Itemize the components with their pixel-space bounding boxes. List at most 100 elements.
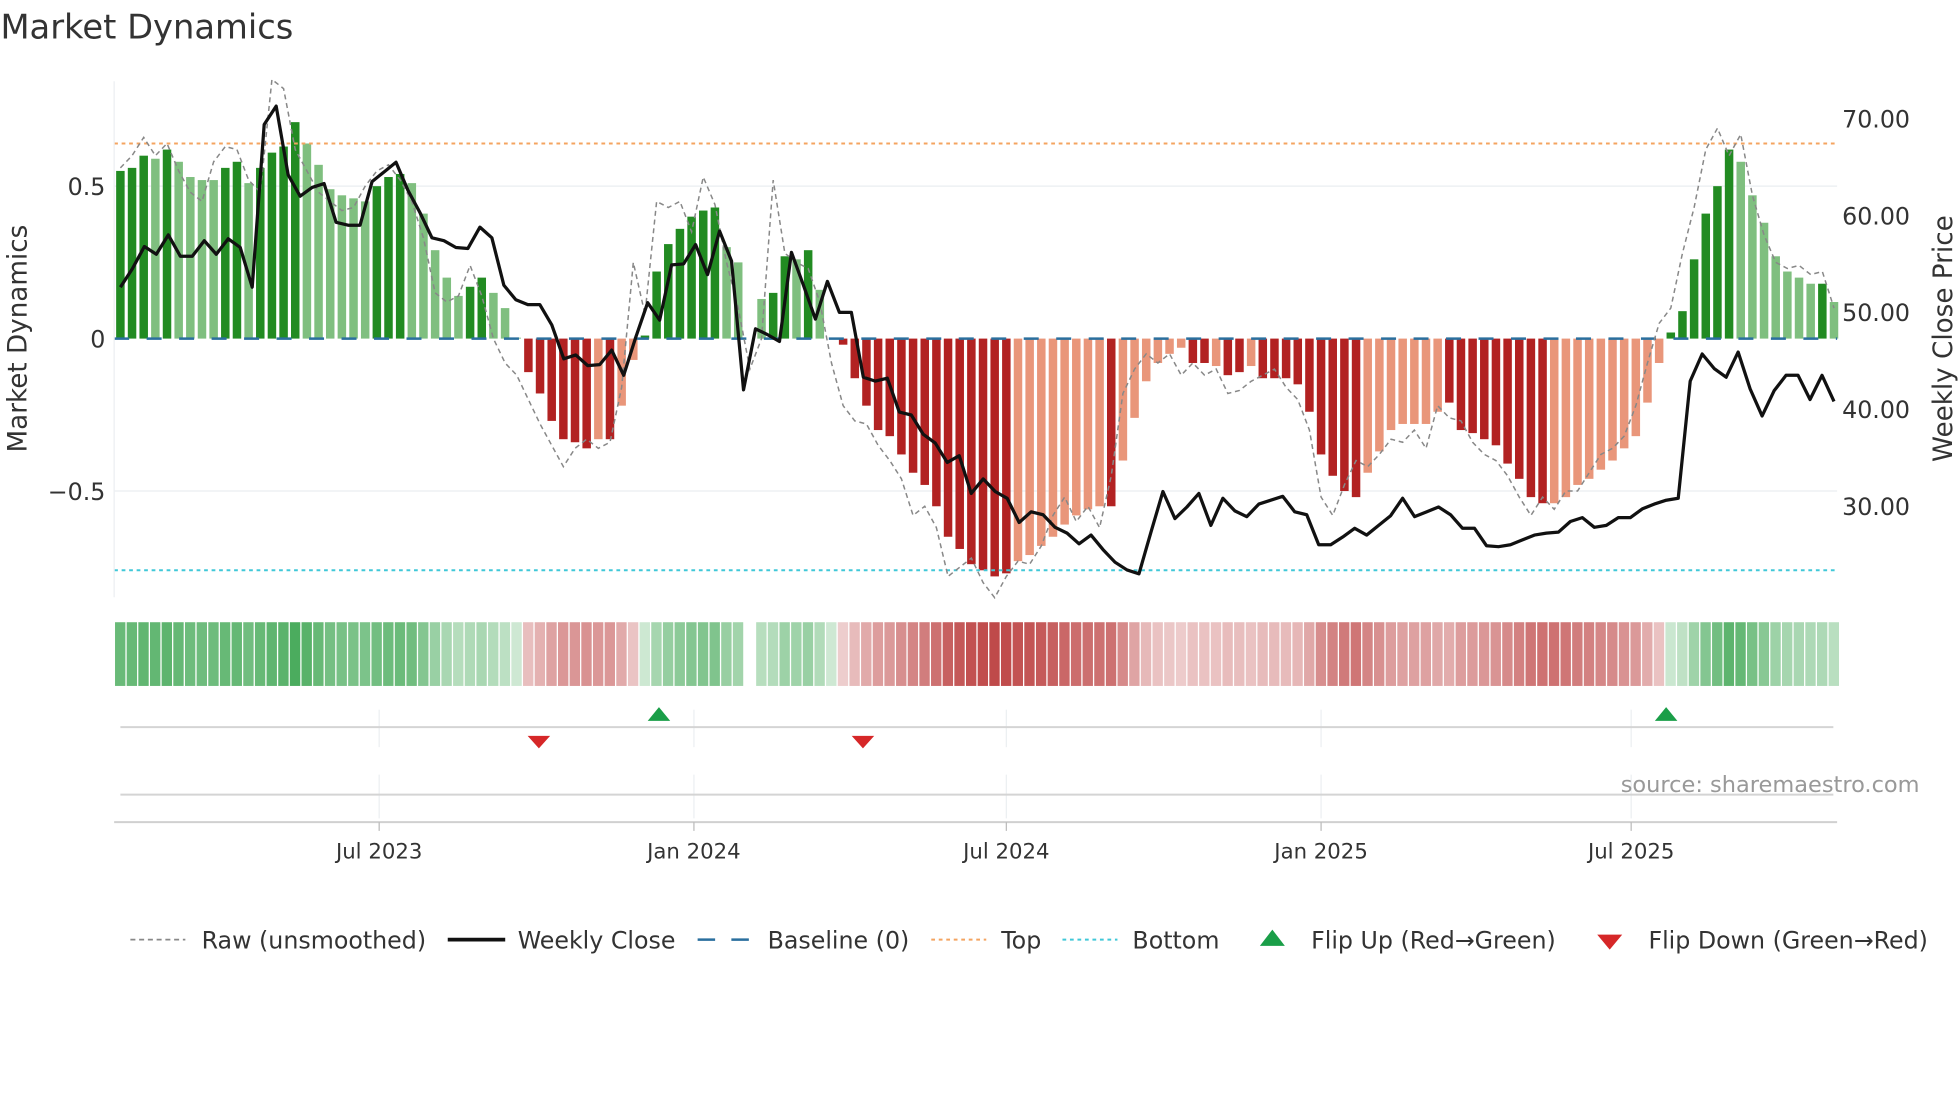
bar: [1631, 338, 1641, 437]
strip-cell: [313, 622, 324, 686]
y2-tick-label: 30.00: [1842, 493, 1910, 521]
grid: [114, 185, 1838, 819]
bar: [1211, 338, 1221, 367]
strip-cell: [1117, 622, 1128, 686]
bar: [1165, 338, 1174, 354]
strip-cell: [115, 622, 126, 686]
strip-cell: [1548, 622, 1560, 686]
legend-label: Flip Up (Red→Green): [1311, 926, 1556, 954]
bar: [1608, 338, 1617, 461]
bar: [1596, 338, 1606, 470]
bar: [1270, 338, 1279, 379]
bar: [1246, 338, 1256, 367]
strip-cell: [1373, 622, 1385, 686]
bar: [302, 143, 312, 339]
strip-cell: [324, 622, 336, 686]
legend-label: Top: [1000, 926, 1041, 954]
bar: [221, 167, 230, 339]
x-tick-label: Jul 2024: [961, 839, 1049, 864]
bar: [1468, 338, 1477, 434]
strip-cell: [1595, 622, 1606, 686]
strip-cell: [1199, 622, 1210, 686]
strip-cell: [1443, 622, 1455, 686]
bar: [1351, 338, 1361, 498]
bar: [1526, 338, 1536, 498]
strip-cell: [336, 622, 347, 686]
bar: [943, 338, 953, 537]
flip-up-marker: [1654, 707, 1678, 721]
strip-cell: [732, 622, 744, 686]
bar: [1060, 338, 1069, 525]
bar: [675, 228, 685, 339]
strip-cell: [464, 622, 476, 686]
legend-item-flip_up: Flip Up (Red→Green): [1259, 926, 1556, 954]
strip-cell: [791, 622, 802, 686]
bar: [687, 216, 696, 339]
strip-cell: [126, 622, 138, 686]
bar: [1083, 338, 1093, 510]
strip-cell: [627, 622, 639, 686]
strip-cell: [965, 622, 977, 686]
bar: [1724, 149, 1734, 339]
bar: [908, 338, 918, 473]
market-dynamics-chart: Market Dynamics 0.5 0 −0.5 70.00 60.00 50.00 4…: [0, 8, 1959, 955]
strip-cell: [1187, 622, 1198, 686]
strip-cell: [907, 622, 919, 686]
bar: [1398, 338, 1407, 424]
legend-label: Weekly Close: [518, 926, 676, 954]
bar: [395, 173, 405, 339]
bar: [1445, 338, 1454, 403]
strip-cell: [849, 622, 860, 686]
strip-cell: [1339, 622, 1350, 686]
bar: [1013, 338, 1023, 562]
strip-cell: [1385, 622, 1397, 686]
bar: [1561, 338, 1571, 498]
bar: [990, 338, 999, 577]
bar: [1305, 338, 1314, 412]
strip-cell: [1362, 622, 1373, 686]
strip-cell: [872, 622, 884, 686]
strip-cell: [1490, 622, 1501, 686]
bar: [1701, 213, 1711, 339]
bar: [710, 207, 720, 339]
legend-item-close: Weekly Close: [447, 926, 676, 954]
strip-cell: [662, 622, 674, 686]
strip-cell: [1677, 622, 1688, 686]
strip-cell: [697, 622, 709, 686]
strip-cell: [1280, 622, 1292, 686]
strip-cell: [523, 622, 534, 686]
bar: [1118, 338, 1128, 461]
bar: [1375, 338, 1384, 452]
bar: [1480, 338, 1489, 440]
strip-cell: [1665, 622, 1676, 686]
strip-cell: [1070, 622, 1082, 686]
strip-cell: [1793, 622, 1805, 686]
bar: [209, 180, 218, 339]
strip-cell: [1502, 622, 1513, 686]
strip-cell: [1630, 622, 1641, 686]
strip-cell: [1770, 622, 1781, 686]
strip-cell: [453, 622, 464, 686]
bar: [967, 338, 976, 565]
strip-cell: [173, 622, 184, 686]
bar: [1386, 338, 1396, 431]
strip-cell: [674, 622, 685, 686]
strip-cell: [243, 622, 254, 686]
strip-cell: [592, 622, 604, 686]
bar: [454, 295, 463, 339]
bar: [372, 186, 382, 339]
strip-cell: [184, 622, 196, 686]
bar: [1736, 161, 1745, 339]
strip-cell: [1478, 622, 1490, 686]
strip-cell: [1327, 622, 1338, 686]
strip-cell: [208, 622, 219, 686]
strip-cell: [1059, 622, 1070, 686]
bar: [873, 338, 883, 431]
bar: [1281, 338, 1291, 379]
strip-cell: [721, 622, 732, 686]
strip-cell: [1747, 622, 1758, 686]
strip-cell: [802, 622, 814, 686]
strip-cell: [149, 622, 161, 686]
bar: [1794, 277, 1804, 339]
strip-cell: [1082, 622, 1093, 686]
